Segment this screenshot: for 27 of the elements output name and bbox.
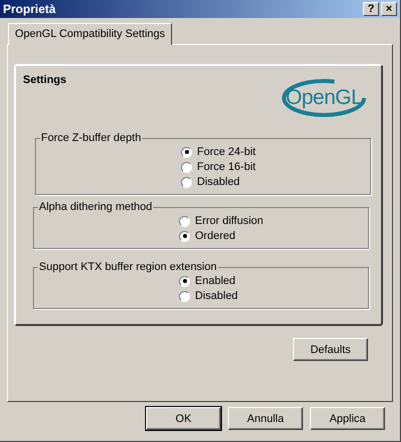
radio-option[interactable]: Enabled	[179, 275, 236, 287]
radio-button[interactable]	[179, 230, 190, 242]
radio-button[interactable]	[181, 176, 192, 188]
radio-option[interactable]: Disabled	[179, 290, 238, 302]
radio-button[interactable]	[179, 276, 190, 286]
radio-button[interactable]	[181, 162, 192, 172]
dialog-button[interactable]: Annulla	[228, 407, 303, 430]
dialog-button[interactable]: Applica	[310, 407, 385, 430]
radio-button[interactable]	[181, 146, 192, 158]
close-button[interactable]: ×	[381, 2, 397, 16]
group-label: Support KTX buffer region extension	[38, 261, 218, 273]
opengl-logo: OpenGL	[281, 78, 367, 118]
group-label: Alpha dithering method	[38, 201, 154, 213]
radio-button[interactable]	[179, 290, 190, 302]
radio-option[interactable]: Disabled	[181, 176, 240, 188]
help-button[interactable]: ?	[363, 2, 379, 16]
radio-option[interactable]: Ordered	[179, 230, 236, 242]
dialog-button[interactable]: OK	[146, 407, 221, 430]
group-label: Force Z-buffer depth	[40, 132, 142, 144]
window-title: Proprietà	[3, 2, 56, 16]
radio-option[interactable]: Error diffusion	[179, 215, 264, 227]
tab[interactable]: OpenGL Compatibility Settings	[8, 23, 172, 45]
radio-option[interactable]: Force 16-bit	[181, 161, 256, 173]
panel-title: Settings	[23, 74, 66, 86]
radio-button[interactable]	[179, 216, 190, 226]
defaults-button[interactable]: Defaults	[293, 338, 368, 361]
radio-option[interactable]: Force 24-bit	[181, 146, 256, 158]
